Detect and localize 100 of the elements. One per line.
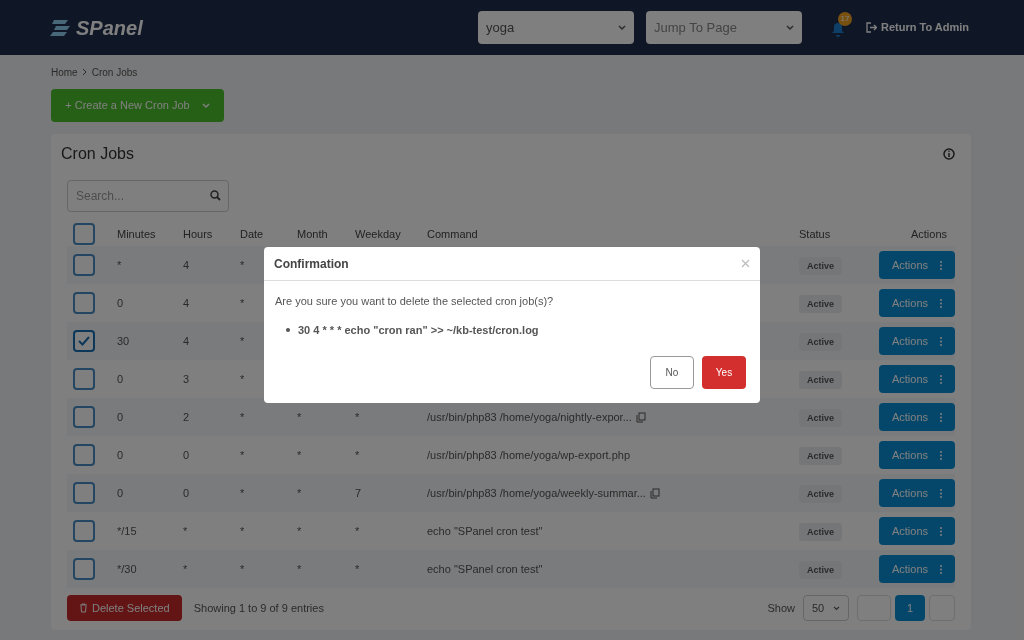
table-cell: * xyxy=(297,410,302,423)
table-cell-text: 0 xyxy=(117,485,125,501)
table-cell: * xyxy=(240,334,245,347)
check-icon xyxy=(78,336,90,346)
table-cell: * xyxy=(240,486,245,499)
column-header[interactable]: Hours xyxy=(183,225,240,243)
page-button[interactable]: 1 xyxy=(895,595,925,621)
actions-button[interactable]: Actions xyxy=(879,365,955,393)
checkbox[interactable] xyxy=(73,330,95,352)
status-badge: Active xyxy=(799,370,842,389)
column-header[interactable]: Date xyxy=(240,225,297,243)
table-cell-text: /usr/bin/php83 /home/yoga/nightly-expor... xyxy=(427,409,632,425)
table-cell-text: 0 xyxy=(183,485,191,501)
table-cell: * xyxy=(240,562,245,575)
table-cell-text: /usr/bin/php83 /home/yoga/wp-export.php xyxy=(427,447,631,463)
status-badge: Active xyxy=(799,408,842,427)
checkbox[interactable] xyxy=(73,444,95,466)
return-to-admin-link[interactable]: Return To Admin xyxy=(866,19,969,36)
column-header[interactable]: Command xyxy=(427,225,799,243)
table-cell-text: */15 xyxy=(117,523,138,539)
table-cell-text: */30 xyxy=(117,561,138,577)
table-cell: * xyxy=(240,410,245,423)
exit-icon xyxy=(866,22,877,33)
checkbox[interactable] xyxy=(73,482,95,504)
table-cell-text: 0 xyxy=(117,409,125,425)
logo-text: SPanel xyxy=(76,15,143,41)
close-icon[interactable] xyxy=(741,259,750,268)
status-badge: Active xyxy=(799,332,842,351)
more-icon xyxy=(940,374,943,384)
checkbox[interactable] xyxy=(73,558,95,580)
more-icon xyxy=(940,412,943,422)
more-icon xyxy=(940,450,943,460)
checkbox[interactable] xyxy=(73,368,95,390)
bell-icon[interactable] xyxy=(830,21,846,38)
entries-summary: Showing 1 to 9 of 9 entries xyxy=(193,600,324,616)
table-cell-text: 0 xyxy=(117,371,125,387)
notification-badge: 17 xyxy=(838,11,852,26)
breadcrumb-link[interactable]: Cron Jobs xyxy=(91,64,138,80)
table-cell: * xyxy=(297,486,302,499)
status-badge: Active xyxy=(799,294,842,313)
table-cell: * xyxy=(240,296,245,309)
breadcrumb-link[interactable]: Home xyxy=(51,64,78,80)
caret-icon xyxy=(618,24,626,31)
actions-button[interactable]: Actions xyxy=(879,517,955,545)
more-icon xyxy=(940,298,943,308)
more-icon xyxy=(940,526,943,536)
show-label: Show xyxy=(767,600,795,616)
caret-icon xyxy=(786,24,794,31)
column-header[interactable]: Minutes xyxy=(117,225,183,243)
status-badge: Active xyxy=(799,484,842,503)
actions-button[interactable]: Actions xyxy=(879,251,955,279)
column-header[interactable]: Actions xyxy=(859,225,947,243)
delete-selected-button[interactable]: Delete Selected xyxy=(67,595,182,621)
table-cell-text: 3 xyxy=(183,371,191,387)
actions-button[interactable]: Actions xyxy=(879,327,955,355)
card-title: Cron Jobs xyxy=(61,144,134,164)
table-cell-text: 2 xyxy=(183,409,191,425)
account-select[interactable]: yoga xyxy=(478,11,634,44)
column-header[interactable]: Status xyxy=(799,225,859,243)
page-size-select[interactable]: 50 xyxy=(803,595,849,621)
page-select[interactable]: Jump To Page xyxy=(646,11,802,44)
trash-icon xyxy=(79,603,88,613)
status-badge: Active xyxy=(799,446,842,465)
actions-button[interactable]: Actions xyxy=(879,555,955,583)
column-header[interactable]: Month xyxy=(297,225,355,243)
table-cell-text: 4 xyxy=(183,257,191,273)
status-badge: Active xyxy=(799,522,842,541)
table-cell: * xyxy=(355,410,360,423)
table-cell-text: echo "SPanel cron test" xyxy=(427,561,543,577)
dialog-item: 30 4 * * * echo "cron ran" >> ~/kb-test/cron.log xyxy=(298,322,539,338)
dialog-button[interactable]: Yes xyxy=(702,356,746,389)
checkbox[interactable] xyxy=(73,406,95,428)
table-cell: * xyxy=(240,524,245,537)
actions-button[interactable]: Actions xyxy=(879,479,955,507)
more-icon xyxy=(940,336,943,346)
checkbox[interactable] xyxy=(73,254,95,276)
caret-icon xyxy=(833,605,840,611)
status-badge: Active xyxy=(799,560,842,579)
copy-icon[interactable] xyxy=(635,411,646,423)
checkbox[interactable] xyxy=(73,520,95,542)
chevron-icon xyxy=(81,68,88,76)
actions-button[interactable]: Actions xyxy=(879,441,955,469)
table-cell-text: * xyxy=(183,561,189,577)
dialog-button[interactable]: No xyxy=(650,356,694,389)
actions-button[interactable]: Actions xyxy=(879,289,955,317)
copy-icon[interactable] xyxy=(649,487,660,499)
actions-button[interactable]: Actions xyxy=(879,403,955,431)
info-icon xyxy=(943,148,955,160)
column-header[interactable]: Weekday xyxy=(355,225,427,243)
create-cron-job-button[interactable]: + Create a New Cron Job xyxy=(51,89,224,122)
caret-icon xyxy=(201,102,210,109)
table-cell-text: 0 xyxy=(117,295,125,311)
checkbox[interactable] xyxy=(73,223,95,245)
table-cell: * xyxy=(297,562,302,575)
table-cell-text: * xyxy=(183,523,189,539)
more-icon xyxy=(940,260,943,270)
table-cell: 7 xyxy=(355,486,362,499)
dialog-message: Are you sure you want to delete the selected cron job(s)? xyxy=(274,294,555,309)
table-cell: * xyxy=(355,524,360,537)
checkbox[interactable] xyxy=(73,292,95,314)
